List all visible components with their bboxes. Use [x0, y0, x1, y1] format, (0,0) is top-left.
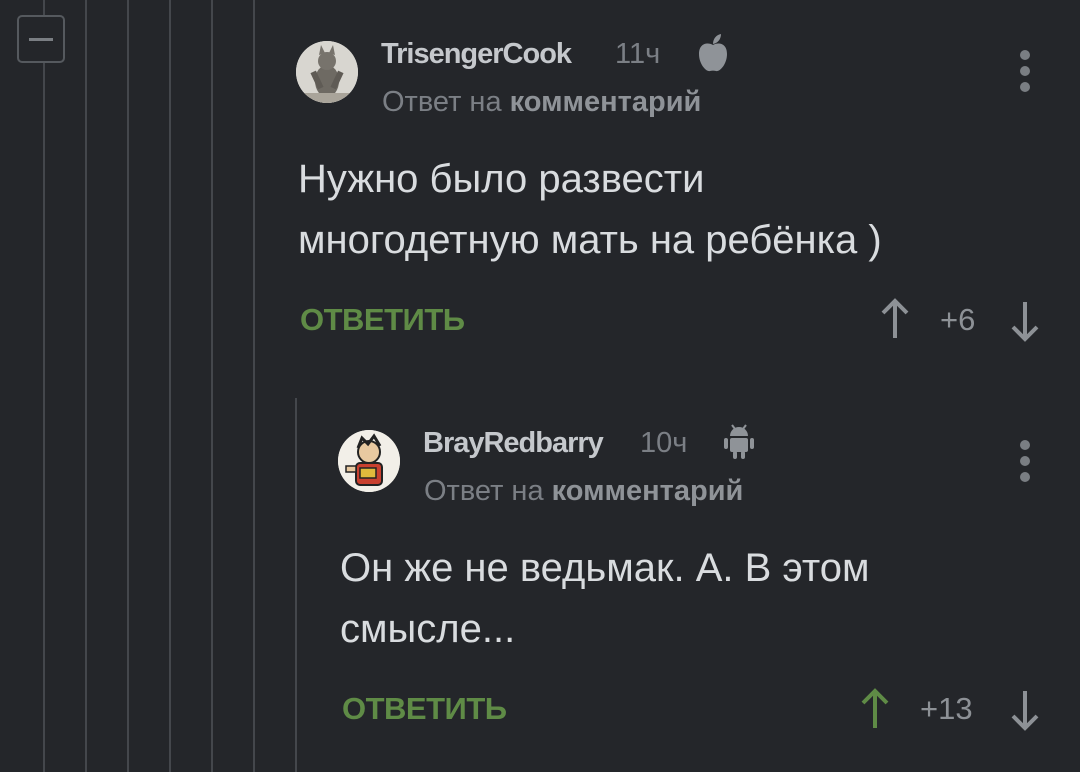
- cat-avatar-image: [296, 41, 358, 103]
- avatar[interactable]: [338, 430, 400, 492]
- comment-rating: +13: [920, 691, 973, 726]
- comment-text-line: смысле...: [340, 607, 516, 651]
- thread-line: [127, 0, 129, 772]
- comment-text-line: Нужно было развести: [298, 157, 705, 201]
- downvote-arrow-icon[interactable]: [1008, 300, 1042, 342]
- minus-icon: [29, 38, 53, 41]
- username[interactable]: TrisengerCook: [381, 38, 572, 71]
- reply-target-link[interactable]: комментарий: [552, 475, 744, 507]
- comment-text-line: Он же не ведьмак. А. В этом: [340, 546, 870, 590]
- thread-line: [211, 0, 213, 772]
- comment-text: Нужно было развести многодетную мать на …: [298, 149, 882, 271]
- reply-target-link[interactable]: комментарий: [510, 86, 702, 118]
- reply-prefix: Ответ на: [424, 475, 544, 507]
- downvote-arrow-icon[interactable]: [1008, 689, 1042, 731]
- thread-line: [295, 398, 297, 772]
- reply-button[interactable]: ОТВЕТИТЬ: [300, 302, 465, 338]
- comment-time: 10ч: [640, 427, 688, 459]
- comment-text: Он же не ведьмак. А. В этом смысле...: [340, 538, 870, 660]
- reply-to-label: Ответ на комментарий: [382, 86, 701, 119]
- comment-text-line: многодетную мать на ребёнка ): [298, 218, 882, 262]
- reply-button[interactable]: ОТВЕТИТЬ: [342, 691, 507, 727]
- thread-line: [43, 0, 45, 772]
- upvote-arrow-icon[interactable]: [858, 688, 892, 730]
- thread-line: [85, 0, 87, 772]
- thread-line: [253, 0, 255, 772]
- comment-thread: TrisengerCook 11ч Ответ на комментарий Н…: [0, 0, 1080, 772]
- more-options-icon[interactable]: [1017, 440, 1033, 486]
- comment-time: 11ч: [615, 38, 661, 70]
- reply-to-label: Ответ на комментарий: [424, 475, 743, 508]
- username[interactable]: BrayRedbarry: [423, 427, 604, 460]
- thread-line: [169, 0, 171, 772]
- comment-rating: +6: [940, 302, 976, 337]
- avatar[interactable]: [296, 41, 358, 103]
- upvote-arrow-icon[interactable]: [878, 298, 912, 340]
- cartoon-avatar-image: [338, 430, 400, 492]
- reply-prefix: Ответ на: [382, 86, 502, 118]
- more-options-icon[interactable]: [1017, 50, 1033, 96]
- apple-icon: [696, 33, 730, 78]
- collapse-thread-button[interactable]: [17, 15, 65, 63]
- android-icon: [722, 421, 756, 466]
